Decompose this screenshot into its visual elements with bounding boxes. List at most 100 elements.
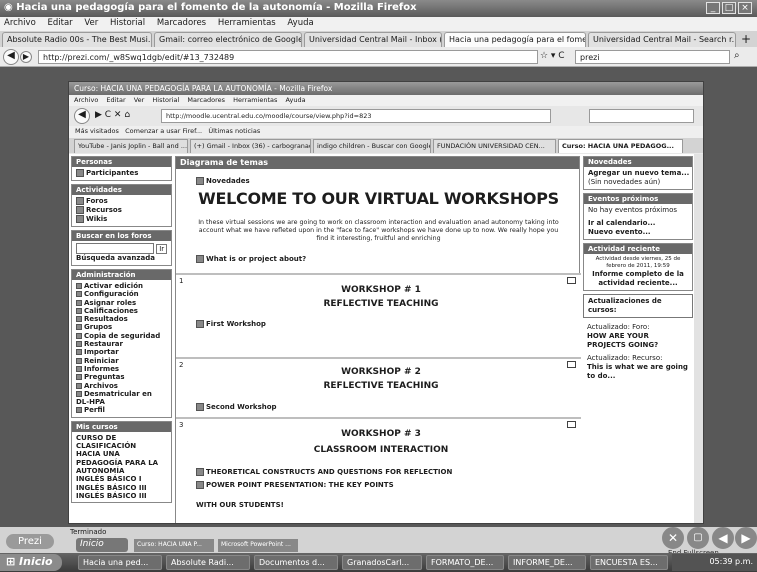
power-point-link[interactable]: POWER POINT PRESENTATION: THE KEY POINTS: [196, 481, 394, 489]
admin-informes[interactable]: Informes: [76, 365, 167, 373]
update-forum-link[interactable]: HOW ARE YOUR PROJECTS GOING?: [587, 332, 689, 350]
second-workshop-link[interactable]: Second Workshop: [196, 403, 277, 411]
inner-scrollbar[interactable]: [694, 154, 703, 523]
address-bar[interactable]: http://prezi.com/_w8Swq1dgb/edit/#13_732…: [38, 50, 538, 64]
informe-completo-link[interactable]: Informe completo de la actividad recient…: [588, 270, 688, 288]
inner-start-button[interactable]: Inicio: [76, 538, 128, 552]
admin-perfil[interactable]: Perfil: [76, 406, 167, 414]
foros-link[interactable]: Foros: [76, 197, 167, 206]
menu-ver[interactable]: Ver: [84, 18, 98, 28]
bookmark-comenzar[interactable]: Comenzar a usar Firef...: [125, 127, 202, 135]
inner-tab-curso[interactable]: Curso: HACIA UNA PEDAGOG...: [558, 139, 683, 153]
bookmark-ultimas-noticias[interactable]: Últimas noticias: [208, 127, 260, 135]
task-encuesta[interactable]: ENCUESTA ES...: [590, 555, 668, 570]
inner-tab-fundacion[interactable]: FUNDACIÓN UNIVERSIDAD CEN...: [433, 139, 556, 153]
admin-grupos[interactable]: Grupos: [76, 323, 167, 331]
theoretical-constructs-link[interactable]: THEORETICAL CONSTRUCTS AND QUESTIONS FOR…: [196, 468, 452, 476]
fullscreen-icon[interactable]: ▢: [687, 527, 709, 549]
inner-menu-archivo[interactable]: Archivo: [74, 96, 98, 104]
inner-task-powerpoint[interactable]: Microsoft PowerPoint ...: [218, 539, 298, 552]
ir-calendario-link[interactable]: Ir al calendario...: [588, 219, 688, 228]
close-button[interactable]: ×: [738, 2, 752, 14]
participantes-link[interactable]: Participantes: [76, 169, 167, 178]
inner-tab-gmail[interactable]: (+) Gmail - Inbox (36) - carbogranado...: [190, 139, 311, 153]
inner-menu-herramientas[interactable]: Herramientas: [233, 96, 277, 104]
section-toggle-icon[interactable]: [567, 277, 576, 284]
admin-reiniciar[interactable]: Reiniciar: [76, 357, 167, 365]
tab-gmail[interactable]: Gmail: correo electrónico de Google: [154, 32, 302, 47]
forum-search-input[interactable]: [76, 243, 154, 254]
update-resource-link[interactable]: This is what we are going to do...: [587, 363, 689, 381]
next-icon[interactable]: ▶: [735, 527, 757, 549]
admin-archivos[interactable]: Archivos: [76, 382, 167, 390]
task-formato[interactable]: FORMATO_DE...: [426, 555, 504, 570]
admin-copia-seguridad[interactable]: Copia de seguridad: [76, 332, 167, 340]
close-circle-icon[interactable]: ✕: [662, 527, 684, 549]
menu-ayuda[interactable]: Ayuda: [287, 18, 313, 28]
admin-importar[interactable]: Importar: [76, 348, 167, 356]
curso-ingles-1-link[interactable]: INGLÉS BÁSICO I: [76, 475, 167, 483]
menu-marcadores[interactable]: Marcadores: [157, 18, 206, 28]
prev-icon[interactable]: ◀: [712, 527, 734, 549]
tab-uc-mail-inbox[interactable]: Universidad Central Mail - Inbox (1...: [304, 32, 442, 47]
inner-menu-ver[interactable]: Ver: [134, 96, 145, 104]
admin-preguntas[interactable]: Preguntas: [76, 373, 167, 381]
first-workshop-link[interactable]: First Workshop: [196, 320, 266, 328]
menu-historial[interactable]: Historial: [110, 18, 145, 28]
task-informe[interactable]: INFORME_DE...: [508, 555, 586, 570]
reload-icon[interactable]: ☆ ▾ C: [540, 51, 565, 61]
inner-menu-marcadores[interactable]: Marcadores: [187, 96, 225, 104]
inner-tab-indigo[interactable]: indigo children - Buscar con Google: [313, 139, 431, 153]
task-documentos[interactable]: Documentos d...: [254, 555, 338, 570]
inner-menu-editar[interactable]: Editar: [106, 96, 125, 104]
inner-back-icon[interactable]: ◀: [74, 108, 90, 124]
minimize-button[interactable]: _: [706, 2, 720, 14]
inner-address-bar[interactable]: http://moodle.ucentral.edu.co/moodle/cou…: [161, 109, 551, 123]
admin-calificaciones[interactable]: Calificaciones: [76, 307, 167, 315]
busqueda-avanzada-link[interactable]: Búsqueda avanzada: [76, 254, 167, 263]
tab-absolute-radio[interactable]: Absolute Radio 00s - The Best Musi...: [2, 32, 152, 47]
inner-tab-youtube[interactable]: YouTube - Janis Joplin - Ball and ...: [74, 139, 188, 153]
inner-menu-ayuda[interactable]: Ayuda: [286, 96, 306, 104]
task-absolute-radio[interactable]: Absolute Radi...: [166, 555, 250, 570]
admin-resultados[interactable]: Resultados: [76, 315, 167, 323]
admin-desmatricular[interactable]: Desmatricular en DL-HPA: [76, 390, 167, 407]
bookmark-mas-visitados[interactable]: Más visitados: [75, 127, 119, 135]
inner-reload-icon[interactable]: ▶ C ✕ ⌂: [95, 110, 130, 120]
inner-task-curso[interactable]: Curso: HACIA UNA P...: [134, 539, 214, 552]
start-button[interactable]: ⊞ Inicio: [0, 554, 62, 571]
curso-ingles-3-link[interactable]: INGLÉS BÁSICO III: [76, 484, 167, 492]
wikis-link[interactable]: Wikis: [76, 215, 167, 224]
inner-menu-historial[interactable]: Historial: [152, 96, 179, 104]
recursos-link[interactable]: Recursos: [76, 206, 167, 215]
novedades-forum-link[interactable]: Novedades: [196, 177, 250, 185]
task-hacia-una[interactable]: Hacia una ped...: [78, 555, 162, 570]
curso-clasificacion-link[interactable]: CURSO DE CLASIFICACIÓN: [76, 434, 167, 451]
admin-restaurar[interactable]: Restaurar: [76, 340, 167, 348]
menu-herramientas[interactable]: Herramientas: [218, 18, 276, 28]
task-granados[interactable]: GranadosCarl...: [342, 555, 422, 570]
admin-asignar-roles[interactable]: Asignar roles: [76, 299, 167, 307]
menu-archivo[interactable]: Archivo: [4, 18, 36, 28]
ir-button[interactable]: Ir: [156, 243, 168, 254]
mis-cursos-heading: Mis cursos: [72, 421, 171, 432]
search-icon[interactable]: ⌕: [734, 50, 740, 61]
tab-hacia-una-pedagogia[interactable]: Hacia una pedagogía para el fomen...: [444, 32, 586, 47]
admin-configuracion[interactable]: Configuración: [76, 290, 167, 298]
search-box[interactable]: prezi: [575, 50, 730, 64]
menu-editar[interactable]: Editar: [47, 18, 72, 28]
inner-search-box[interactable]: [589, 109, 694, 123]
section-toggle-icon[interactable]: [567, 421, 576, 428]
forward-icon[interactable]: ▶: [20, 51, 32, 63]
section-toggle-icon[interactable]: [567, 361, 576, 368]
curso-pedagogia-link[interactable]: HACIA UNA PEDAGOGÍA PARA LA AUTONOMÍA: [76, 450, 167, 475]
nuevo-tema-link[interactable]: Agregar un nuevo tema...: [588, 169, 689, 178]
maximize-button[interactable]: □: [722, 2, 736, 14]
tab-uc-mail-search[interactable]: Universidad Central Mail - Search r...: [588, 32, 736, 47]
nuevo-evento-link[interactable]: Nuevo evento...: [588, 228, 688, 237]
back-icon[interactable]: ◀: [3, 49, 19, 65]
new-tab-button[interactable]: +: [741, 32, 751, 46]
admin-activar-edicion[interactable]: Activar edición: [76, 282, 167, 290]
project-about-link[interactable]: What is or project about?: [196, 255, 306, 263]
curso-ingles-3b-link[interactable]: INGLÉS BÁSICO III: [76, 492, 167, 500]
